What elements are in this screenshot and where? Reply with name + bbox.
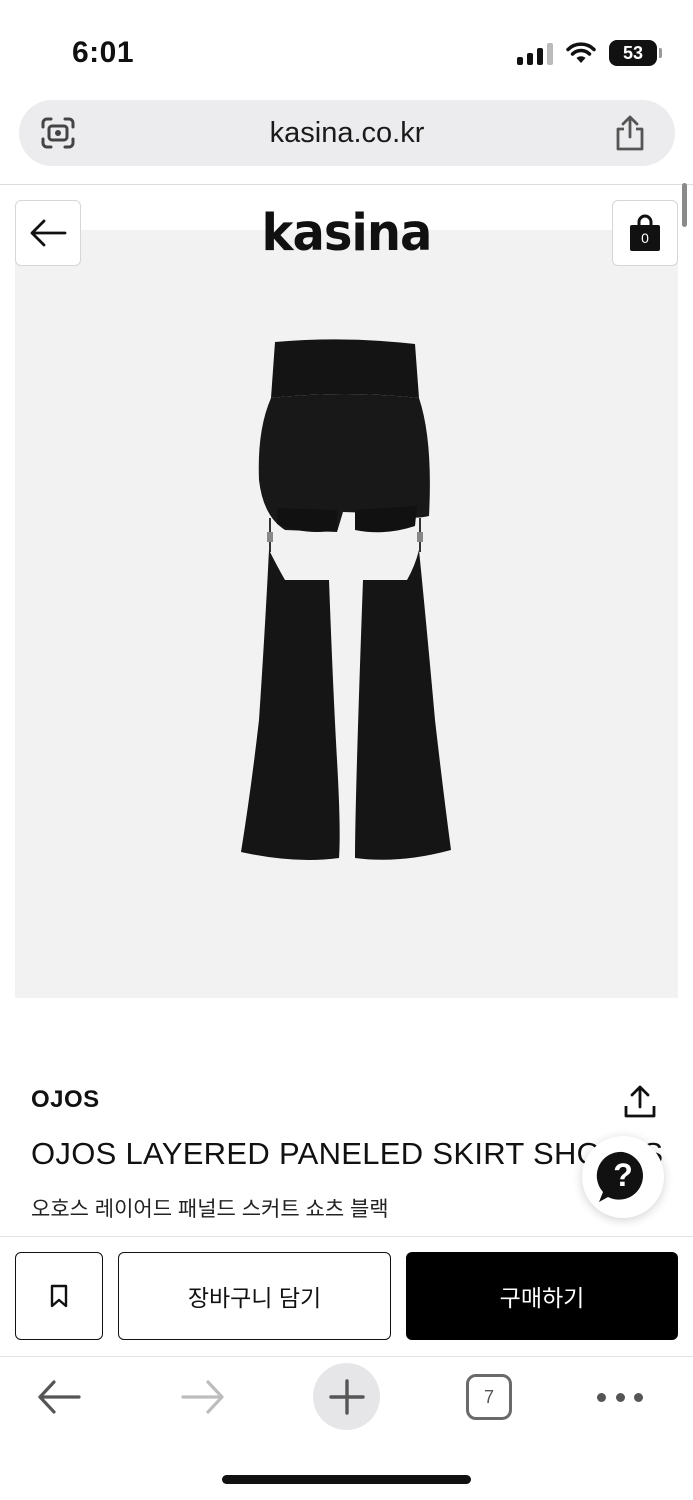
scrollbar[interactable]: [682, 183, 687, 227]
cart-count-badge: 0: [641, 230, 649, 246]
home-indicator[interactable]: [222, 1475, 471, 1484]
divider: [0, 1236, 693, 1237]
wifi-icon: [566, 42, 596, 63]
address-bar[interactable]: kasina.co.kr: [19, 100, 675, 166]
url-text[interactable]: kasina.co.kr: [270, 117, 425, 150]
bookmark-button[interactable]: [15, 1252, 103, 1340]
product-name-korean: 오호스 레이어드 패널드 스커트 쇼츠 블랙: [31, 1198, 389, 1221]
buy-now-button[interactable]: 구매하기: [406, 1252, 678, 1340]
status-bar: 6:01 53: [0, 0, 693, 100]
status-indicators: 53: [517, 40, 662, 66]
site-logo[interactable]: kasina: [0, 204, 693, 263]
product-brand[interactable]: OJOS: [31, 1086, 100, 1114]
help-chat-button[interactable]: ?: [582, 1136, 664, 1218]
share-icon[interactable]: [613, 114, 647, 152]
browser-toolbar: 7: [0, 1357, 693, 1500]
plus-icon: [328, 1378, 365, 1415]
product-name: OJOS LAYERED PANELED SKIRT SHORTS: [31, 1136, 664, 1171]
visual-search-icon[interactable]: [41, 117, 75, 149]
question-chat-icon: ?: [596, 1151, 643, 1202]
bookmark-icon: [50, 1284, 68, 1308]
add-to-cart-button[interactable]: 장바구니 담기: [118, 1252, 391, 1340]
back-arrow-icon[interactable]: [36, 1377, 82, 1417]
new-tab-button[interactable]: [313, 1363, 380, 1430]
battery-indicator: 53: [609, 40, 662, 66]
product-image[interactable]: [15, 230, 678, 998]
share-upload-icon[interactable]: [622, 1084, 658, 1120]
site-header: kasina 0: [0, 185, 693, 280]
tabs-icon[interactable]: 7: [466, 1374, 512, 1420]
shopping-bag-icon: 0: [628, 213, 662, 253]
status-time: 6:01: [72, 36, 135, 69]
help-label: ?: [613, 1157, 633, 1193]
more-dots-icon[interactable]: [597, 1387, 643, 1407]
garment-illustration: [241, 339, 451, 860]
cellular-signal-icon: [517, 41, 553, 65]
forward-arrow-icon[interactable]: [180, 1377, 226, 1417]
cart-button[interactable]: 0: [612, 200, 678, 266]
